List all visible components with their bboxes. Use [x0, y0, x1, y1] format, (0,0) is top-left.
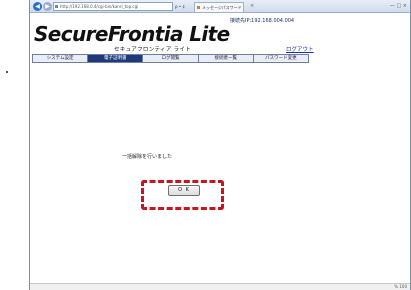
address-text: http://192.168.0.4/cgi-bin/kanri_top.cgi — [60, 4, 139, 9]
logout-link[interactable]: ログアウト — [286, 45, 314, 53]
back-arrow-icon[interactable]: ◀ — [33, 2, 42, 11]
forward-arrow-icon[interactable]: ▶ — [43, 2, 52, 11]
menu-item-certificates[interactable]: 電子証明書 — [88, 55, 144, 62]
main-menu: システム設定 電子証明書 ログ閲覧 接続者一覧 パスワード変更 — [32, 54, 309, 63]
status-bar: % 100 — [30, 283, 410, 290]
browser-toolbar: ◀ ▶ http://192.168.0.4/cgi-bin/kanri_top… — [30, 0, 410, 13]
browser-tab[interactable]: メッセージパスワード — [194, 2, 244, 12]
menu-item-system-settings[interactable]: システム設定 — [33, 55, 89, 62]
connection-info: 接続先IP:192.168.004.004 — [230, 18, 295, 24]
result-message: 一括解除を行いました — [122, 154, 173, 160]
page-favicon-icon — [55, 5, 58, 8]
menu-item-connections[interactable]: 接続者一覧 — [198, 55, 254, 62]
tab-favicon-icon — [197, 6, 200, 9]
tab-title: メッセージパスワード — [202, 5, 242, 10]
menu-item-password-change[interactable]: パスワード変更 — [253, 55, 309, 62]
window-controls[interactable]: — □ × — [390, 2, 407, 11]
tab-close-icon[interactable]: × — [250, 2, 254, 11]
browser-window: ◀ ▶ http://192.168.0.4/cgi-bin/kanri_top… — [29, 0, 411, 290]
app-logo: SecureFrontia Lite — [34, 22, 230, 46]
app-subtitle: セキュアフロンティア ライト — [114, 47, 192, 53]
bullet-dot — [6, 71, 8, 73]
address-tools[interactable]: ρ • ¢ — [175, 2, 185, 11]
zoom-level[interactable]: % 100 — [394, 284, 407, 290]
address-bar[interactable]: http://192.168.0.4/cgi-bin/kanri_top.cgi — [53, 2, 173, 11]
ok-button[interactable]: O K — [168, 185, 200, 196]
main-content: 一括解除を行いました — [30, 63, 410, 283]
menu-item-log-view[interactable]: ログ閲覧 — [143, 55, 199, 62]
